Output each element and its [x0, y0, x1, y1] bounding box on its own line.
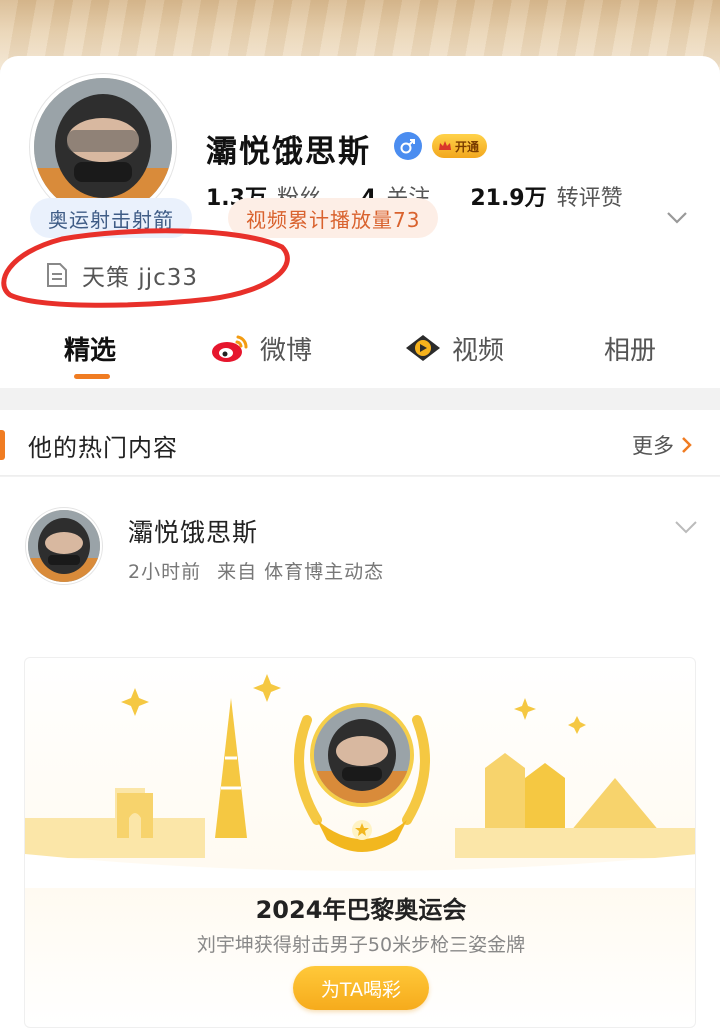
- tab-album[interactable]: 相册: [604, 326, 656, 370]
- weibo-icon: [212, 335, 248, 362]
- section-title: 他的热门内容: [28, 434, 178, 462]
- more-link[interactable]: 更多: [632, 430, 694, 460]
- engagement-label: 转评赞: [556, 186, 623, 211]
- username: 灞悦饿思斯: [206, 134, 371, 170]
- more-label: 更多: [632, 434, 674, 458]
- chevron-right-icon: [682, 437, 692, 453]
- card-subtitle: 刘宇坤获得射击男子50米步枪三姿金牌: [196, 934, 526, 956]
- bio-text: 天策 jjc33: [82, 265, 199, 291]
- tab-video-label: 视频: [452, 335, 505, 366]
- male-icon: [394, 132, 422, 160]
- card-title: 2024年巴黎奥运会: [255, 896, 467, 924]
- tag-video-plays[interactable]: 视频累计播放量73: [228, 198, 439, 238]
- engagement-stat[interactable]: 21.9万 转评赞: [470, 180, 622, 212]
- tab-featured-label: 精选: [64, 335, 117, 366]
- hot-content-header: 他的热门内容 更多: [0, 410, 720, 476]
- post-card[interactable]: 灞悦饿思斯 2小时前 来自 体育博主动态 2024年巴黎奥运会 刘宇坤获得射击男…: [0, 477, 720, 1028]
- post-meta: 2小时前 来自 体育博主动态: [128, 557, 384, 584]
- chevron-down-icon[interactable]: [664, 204, 690, 230]
- section-accent-bar: [0, 430, 5, 460]
- vip-label: 开通: [455, 139, 480, 154]
- post-source: 来自 体育博主动态: [217, 561, 385, 583]
- bio-row: 天策 jjc33: [46, 258, 198, 292]
- post-avatar-image: [28, 510, 100, 582]
- tag-olympic-shooting[interactable]: 奥运射击射箭: [30, 198, 192, 238]
- tab-album-label: 相册: [604, 335, 657, 366]
- profile-tabs: 精选 微博 视频 相册: [0, 326, 720, 384]
- tab-weibo[interactable]: 微博: [210, 326, 312, 370]
- document-icon: [47, 263, 67, 287]
- post-time: 2小时前: [128, 561, 202, 583]
- post-author[interactable]: 灞悦饿思斯: [128, 513, 258, 549]
- post-author-avatar[interactable]: [26, 508, 102, 584]
- athlete-avatar-image: [314, 707, 410, 803]
- tab-weibo-label: 微博: [260, 335, 313, 366]
- post-menu-chevron-icon[interactable]: [672, 515, 700, 539]
- video-icon: [406, 335, 440, 361]
- avatar-photo: [34, 78, 172, 216]
- cheer-button[interactable]: 为TA喝彩: [293, 966, 429, 1010]
- olympic-medal-card[interactable]: 2024年巴黎奥运会 刘宇坤获得射击男子50米步枪三姿金牌 为TA喝彩: [24, 657, 696, 1028]
- vip-activate-badge[interactable]: 开通: [432, 134, 488, 158]
- active-tab-indicator: [74, 374, 110, 379]
- engagement-count: 21.9万: [470, 186, 547, 211]
- athlete-photo: [310, 703, 414, 807]
- tab-video[interactable]: 视频: [404, 326, 504, 370]
- tab-featured[interactable]: 精选: [64, 326, 116, 370]
- crown-icon: [439, 141, 451, 150]
